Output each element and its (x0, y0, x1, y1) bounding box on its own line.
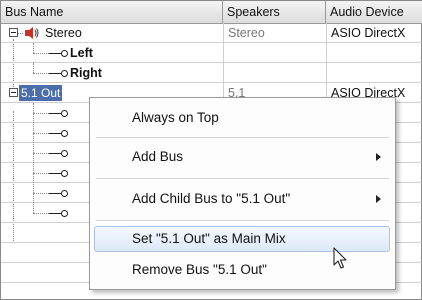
tree-line (33, 73, 49, 74)
menu-separator (96, 178, 389, 179)
menu-item-set-main-mix[interactable]: Set "5.1 Out" as Main Mix (90, 224, 395, 254)
bus-name: Left (70, 46, 93, 60)
column-header-bus-name[interactable]: Bus Name (1, 1, 223, 23)
menu-item-label: Always on Top (132, 110, 219, 125)
column-header-audio-device[interactable]: Audio Device (326, 1, 422, 23)
tree-expander-icon[interactable] (9, 88, 18, 97)
bus-name: Stereo (45, 26, 82, 40)
bus-audio-device: ASIO DirectX (331, 26, 406, 40)
table-row[interactable]: Left (1, 43, 422, 63)
channel-connector-icon (49, 210, 71, 217)
menu-item-add-bus[interactable]: Add Bus (90, 142, 395, 172)
channel-connector-icon (49, 190, 71, 197)
menu-separator (96, 220, 389, 221)
menu-item-label: Remove Bus "5.1 Out" (132, 262, 267, 277)
tree-line (18, 33, 23, 34)
mouse-pointer-icon (333, 247, 349, 274)
table-row[interactable]: Right (1, 63, 422, 83)
menu-item-add-child-bus[interactable]: Add Child Bus to "5.1 Out" (90, 184, 395, 214)
tree-line (33, 153, 49, 154)
tree-line (33, 213, 49, 214)
bus-speakers: Stereo (228, 26, 265, 40)
tree-line (33, 103, 34, 213)
speaker-icon (24, 26, 40, 43)
tree-expander-icon[interactable] (9, 28, 18, 37)
channel-connector-icon (49, 50, 71, 57)
tree-line (33, 133, 49, 134)
tree-line (33, 113, 49, 114)
menu-item-always-on-top[interactable]: Always on Top (90, 103, 395, 133)
tree-line (33, 43, 34, 53)
channel-connector-icon (49, 130, 71, 137)
menu-separator (96, 137, 389, 138)
context-menu: Always on Top Add Bus Add Child Bus to "… (89, 97, 396, 290)
table-row[interactable]: Stereo Stereo ASIO DirectX (1, 23, 422, 43)
channel-connector-icon (49, 110, 71, 117)
column-header-speakers[interactable]: Speakers (223, 1, 326, 23)
channel-connector-icon (49, 170, 71, 177)
bus-name: 5.1 Out (19, 85, 63, 101)
tree-line (33, 173, 49, 174)
submenu-arrow-icon (376, 195, 381, 203)
menu-item-label: Set "5.1 Out" as Main Mix (132, 231, 286, 246)
tree-line (33, 53, 49, 54)
submenu-arrow-icon (376, 153, 381, 161)
menu-item-label: Add Bus (132, 149, 184, 164)
tree-line (33, 63, 34, 73)
menu-item-label: Add Child Bus to "5.1 Out" (132, 191, 291, 206)
tree-line (33, 193, 49, 194)
bus-name: Right (70, 66, 102, 80)
menu-item-remove-bus[interactable]: Remove Bus "5.1 Out" (90, 255, 395, 285)
channel-connector-icon (49, 150, 71, 157)
column-header-bar: Bus Name Speakers Audio Device (1, 1, 422, 24)
channel-connector-icon (49, 70, 71, 77)
